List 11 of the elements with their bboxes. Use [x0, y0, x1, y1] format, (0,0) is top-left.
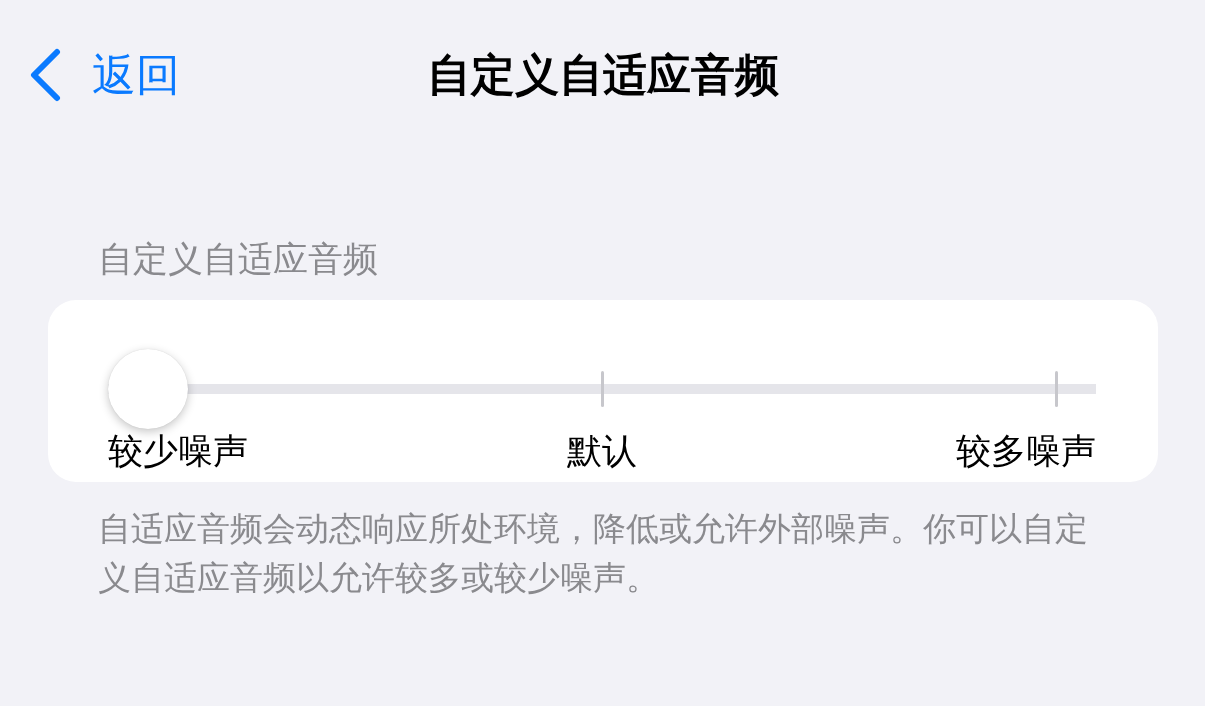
tick-mark [1055, 371, 1058, 407]
tick-mark [601, 371, 604, 407]
slider-label: 较多噪声 [956, 430, 1096, 472]
back-button[interactable]: 返回 [28, 42, 180, 108]
slider-label: 较少噪声 [108, 430, 248, 472]
footer-text: 自适应音频会动态响应所处环境，降低或允许外部噪声。你可以自定义自适应音频以允许较多或较少噪声。 [98, 508, 1089, 598]
slider-thumb[interactable] [108, 349, 188, 429]
page-title: 自定义自适应音频 [426, 49, 779, 101]
slider-label: 默认 [567, 430, 637, 472]
section-header: 自定义自适应音频 [98, 238, 379, 280]
back-chevron-icon[interactable] [28, 48, 62, 102]
